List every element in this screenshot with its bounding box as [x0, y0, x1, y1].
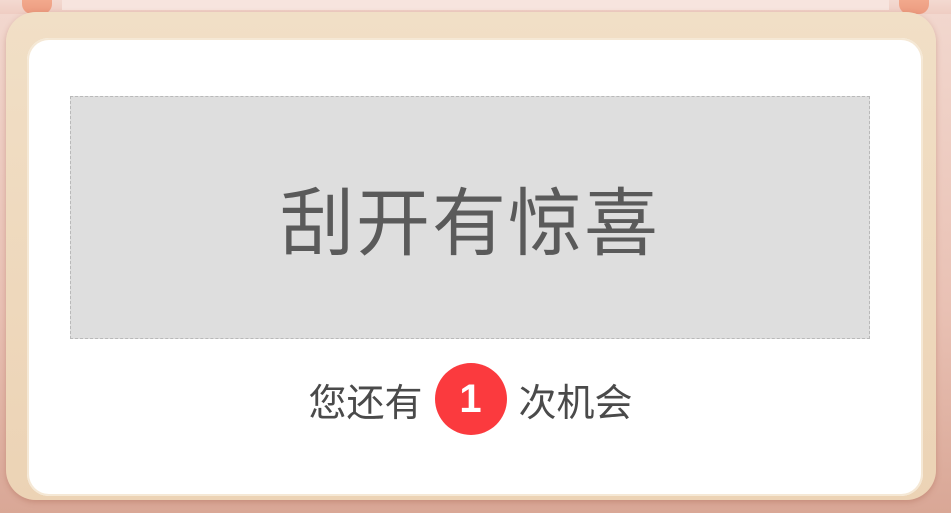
- scratch-prompt: 刮开有惊喜: [280, 181, 660, 267]
- chances-suffix: 次机会: [518, 380, 633, 425]
- chances-prefix: 您还有: [308, 380, 423, 425]
- chances-count-badge: 1: [434, 363, 507, 435]
- scratch-area[interactable]: 刮开有惊喜: [70, 96, 870, 339]
- top-decoration-inner: [62, 0, 889, 10]
- remaining-chances: 您还有 1 次机会: [0, 363, 941, 435]
